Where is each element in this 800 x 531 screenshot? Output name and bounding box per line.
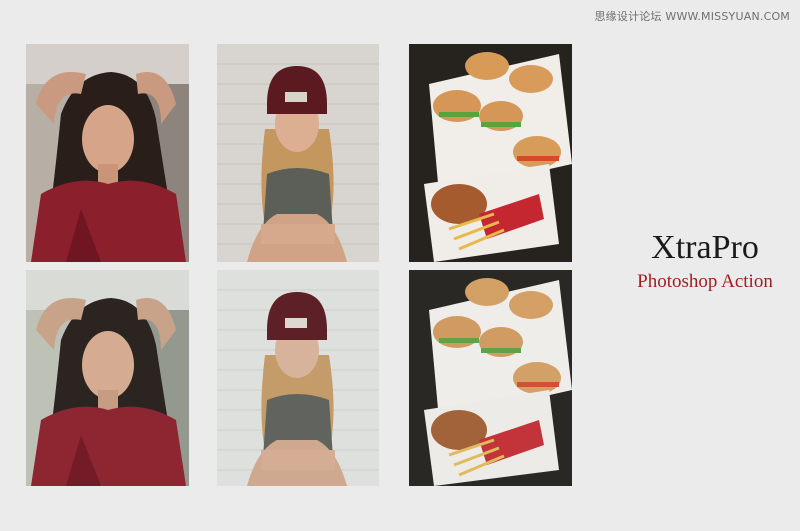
photo-burgers-original [409, 44, 572, 262]
brand-block: XtraPro Photoshop Action [600, 228, 800, 294]
photo-woman-beanie-original [217, 44, 379, 262]
woman-beanie-image [217, 44, 379, 262]
photo-woman-red-shirt-original [26, 44, 189, 262]
burgers-image [409, 44, 572, 262]
brand-subtitle: Photoshop Action [637, 271, 773, 292]
brand-title: XtraPro [651, 229, 759, 266]
burgers-image [409, 270, 572, 486]
photo-woman-red-shirt-processed [26, 270, 189, 486]
woman-beanie-image [217, 270, 379, 486]
site-watermark: 思缘设计论坛 WWW.MISSYUAN.COM [594, 10, 790, 23]
woman-red-shirt-image [26, 44, 189, 262]
photo-woman-beanie-processed [217, 270, 379, 486]
photo-burgers-processed [409, 270, 572, 486]
woman-red-shirt-image [26, 270, 189, 486]
